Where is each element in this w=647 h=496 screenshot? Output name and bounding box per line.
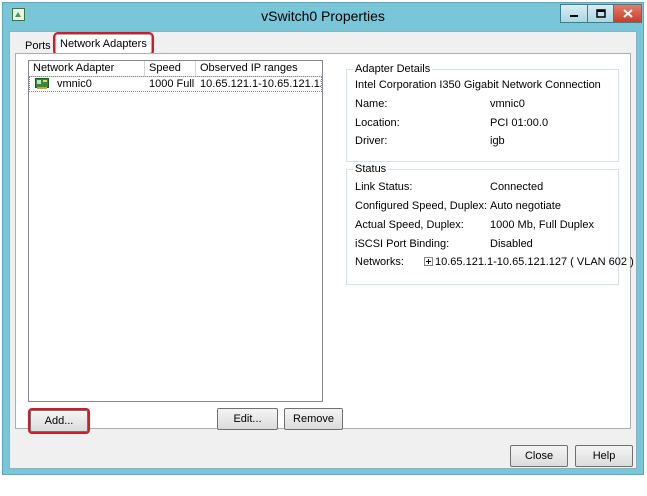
title-bar[interactable]: vSwitch0 Properties xyxy=(3,3,643,29)
driver-value: igb xyxy=(490,135,505,147)
edit-button[interactable]: Edit... xyxy=(217,408,278,430)
actual-speed-value: 1000 Mb, Full Duplex xyxy=(490,219,594,231)
close-button[interactable]: Close xyxy=(510,445,568,467)
tab-network-adapters[interactable]: Network Adapters xyxy=(53,32,154,56)
column-network-adapter[interactable]: Network Adapter xyxy=(29,61,145,76)
adapter-details-group: Adapter Details Intel Corporation I350 G… xyxy=(346,62,619,162)
properties-window: vSwitch0 Properties Ports Network Adapte… xyxy=(2,2,644,475)
iscsi-binding-value: Disabled xyxy=(490,238,533,250)
nic-icon xyxy=(35,78,49,89)
status-legend: Status xyxy=(353,162,389,176)
table-row[interactable]: vmnic0 1000 Full 10.65.121.1-10.65.121.1… xyxy=(29,76,322,92)
adapter-name-cell: vmnic0 xyxy=(57,78,92,90)
link-status-label: Link Status: xyxy=(355,181,413,193)
remove-button[interactable]: Remove xyxy=(284,408,343,430)
actual-speed-label: Actual Speed, Duplex: xyxy=(355,219,464,231)
minimize-button[interactable] xyxy=(560,4,588,23)
maximize-icon xyxy=(595,9,606,18)
adapter-details-legend: Adapter Details xyxy=(353,62,433,76)
configured-speed-label: Configured Speed, Duplex: xyxy=(355,200,488,212)
add-button[interactable]: Add... xyxy=(28,408,90,434)
status-group: Status Link Status: Connected Configured… xyxy=(346,162,634,285)
help-button[interactable]: Help xyxy=(575,445,633,467)
expand-icon[interactable] xyxy=(424,256,433,266)
adapter-description: Intel Corporation I350 Gigabit Network C… xyxy=(355,79,601,91)
dialog-body: Ports Network Adapters Network Adapter S… xyxy=(9,31,637,469)
adapter-ip-ranges-cell: 10.65.121.1-10.65.121.127... xyxy=(200,78,321,90)
networks-value: 10.65.121.1-10.65.121.127 ( VLAN 602 ) xyxy=(435,256,634,268)
location-label: Location: xyxy=(355,117,400,129)
networks-label: Networks: xyxy=(355,256,404,268)
maximize-button[interactable] xyxy=(587,4,614,23)
location-value: PCI 01:00.0 xyxy=(490,117,549,129)
close-icon xyxy=(622,9,633,18)
network-adapters-panel: Network Adapter Speed Observed IP ranges… xyxy=(15,53,634,434)
column-observed-ip-ranges[interactable]: Observed IP ranges xyxy=(196,61,322,76)
driver-label: Driver: xyxy=(355,135,388,147)
close-window-button[interactable] xyxy=(613,4,642,23)
name-value: vmnic0 xyxy=(490,98,525,110)
link-status-value: Connected xyxy=(490,181,544,193)
networks-entry[interactable]: 10.65.121.1-10.65.121.127 ( VLAN 602 ) xyxy=(424,255,634,269)
minimize-icon xyxy=(570,14,578,17)
adapter-speed-cell: 1000 Full xyxy=(149,78,195,90)
list-header: Network Adapter Speed Observed IP ranges xyxy=(29,61,322,77)
name-label: Name: xyxy=(355,98,388,110)
window-title: vSwitch0 Properties xyxy=(261,8,385,24)
configured-speed-value: Auto negotiate xyxy=(490,200,561,212)
adapters-list[interactable]: Network Adapter Speed Observed IP ranges… xyxy=(28,60,323,402)
column-speed[interactable]: Speed xyxy=(145,61,196,76)
iscsi-binding-label: iSCSI Port Binding: xyxy=(355,238,450,250)
